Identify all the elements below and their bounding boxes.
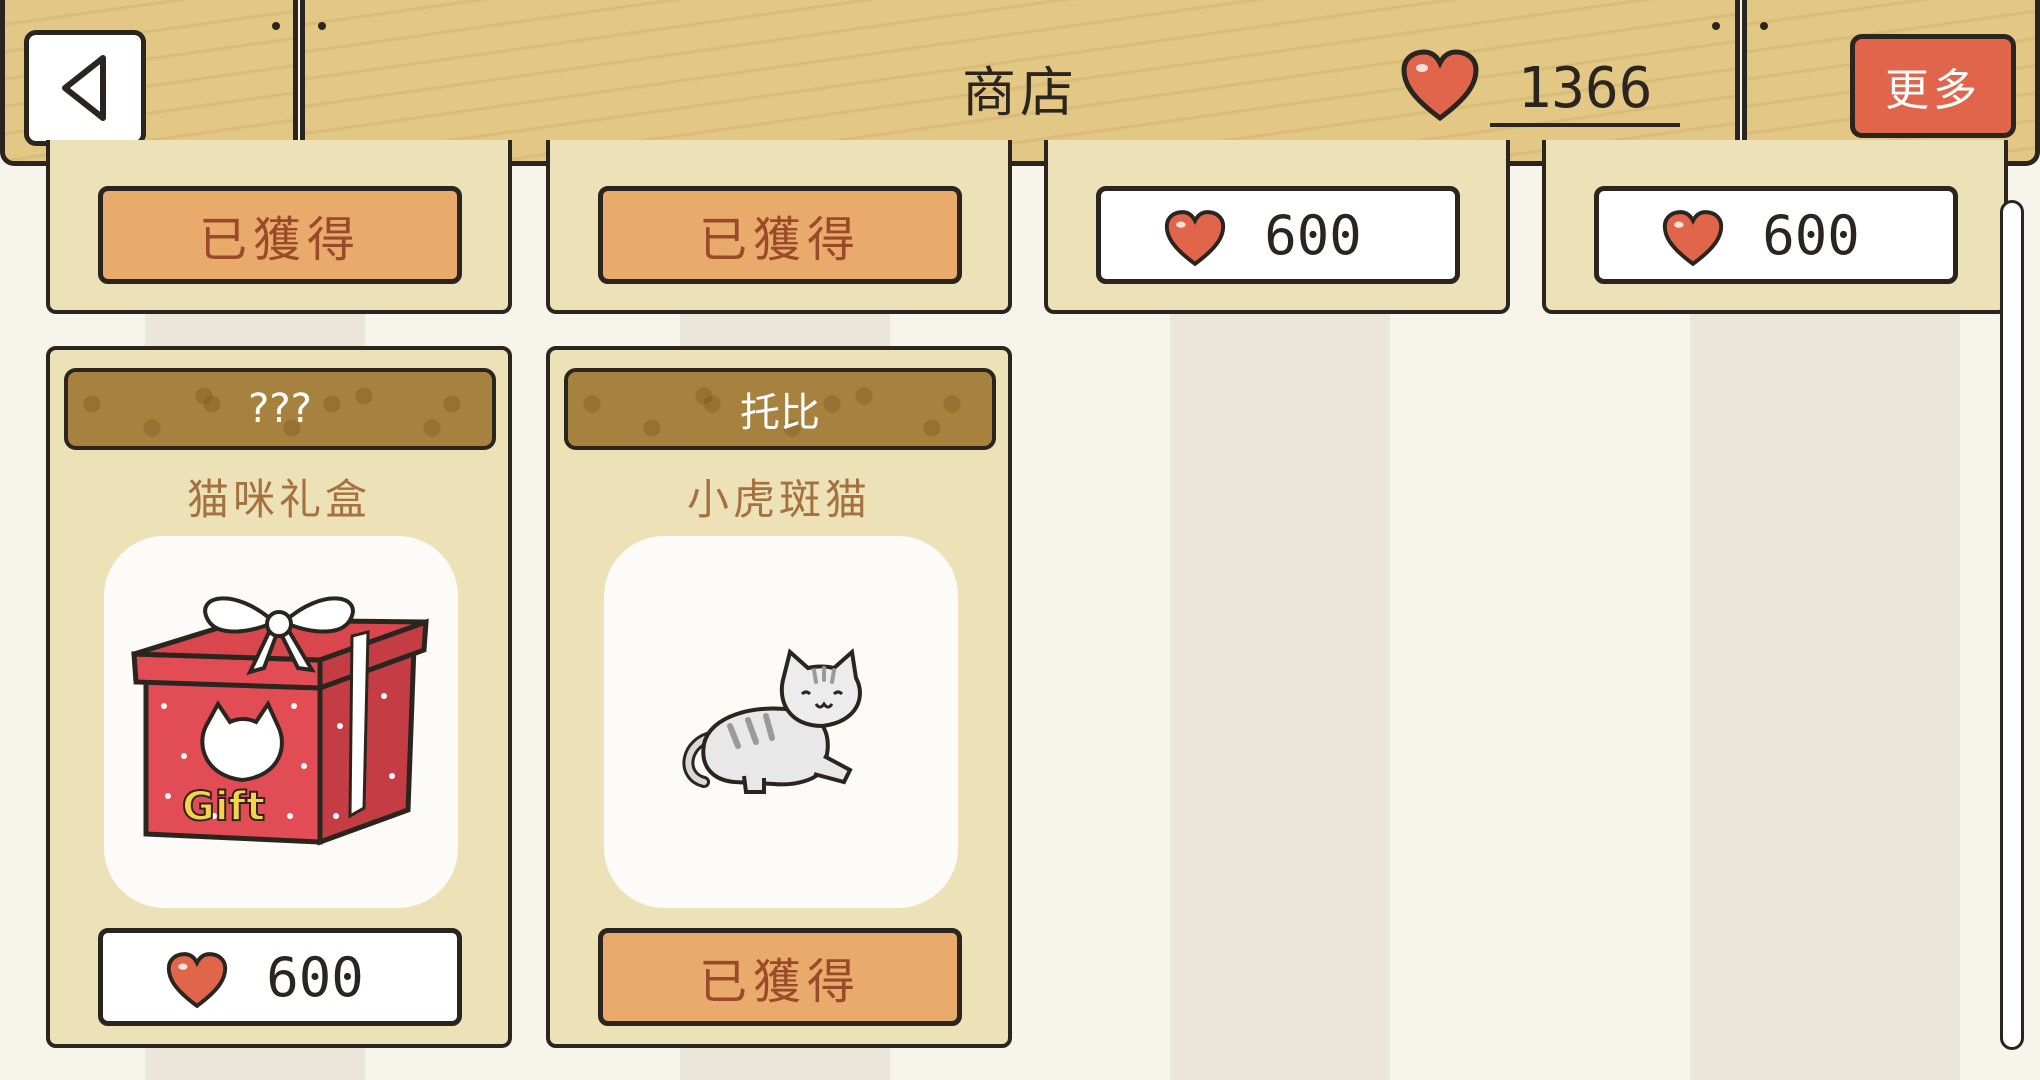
price-value: 600 [266, 945, 364, 1009]
owned-button[interactable]: 已獲得 [598, 186, 962, 284]
owned-button[interactable]: 已獲得 [98, 186, 462, 284]
buy-button[interactable]: 600 [98, 928, 462, 1026]
item-name: 猫咪礼盒 [186, 475, 371, 524]
item-banner: 托比 [564, 368, 996, 450]
svg-text:Gift: Gift [182, 784, 265, 830]
owned-button[interactable]: 已獲得 [598, 928, 962, 1026]
heart-icon [166, 952, 228, 1009]
heart-icon [1164, 210, 1226, 267]
back-button[interactable] [24, 30, 146, 146]
shop-card-gift-box[interactable]: ??? 猫咪礼盒 Gift 600 [46, 346, 512, 1048]
back-arrow-icon [62, 55, 106, 121]
heart-icon [1662, 210, 1724, 267]
tabby-cat-icon [682, 648, 862, 794]
shop-card: 已獲得 [546, 140, 1012, 314]
buy-button[interactable]: 600 [1096, 186, 1460, 284]
item-image-box: Gift [104, 536, 458, 908]
page-title: 商店 [962, 61, 1078, 124]
shop-card: 600 [1044, 140, 1510, 314]
gift-box-icon: Gift [131, 596, 429, 846]
heart-count: 1366 [1490, 56, 1680, 127]
shop-card-tabby-cat[interactable]: 托比 小虎斑猫 已獲得 [546, 346, 1012, 1048]
more-button[interactable]: 更多 [1850, 34, 2016, 138]
heart-icon [1400, 48, 1480, 126]
price-value: 600 [1762, 203, 1860, 267]
item-banner: ??? [64, 368, 496, 450]
shop-card: 600 [1542, 140, 2008, 314]
buy-button[interactable]: 600 [1594, 186, 1958, 284]
shop-card: 已獲得 [46, 140, 512, 314]
price-value: 600 [1264, 203, 1362, 267]
item-name: 小虎斑猫 [686, 475, 871, 524]
item-image-box [604, 536, 958, 908]
scrollbar[interactable] [2000, 200, 2024, 1050]
